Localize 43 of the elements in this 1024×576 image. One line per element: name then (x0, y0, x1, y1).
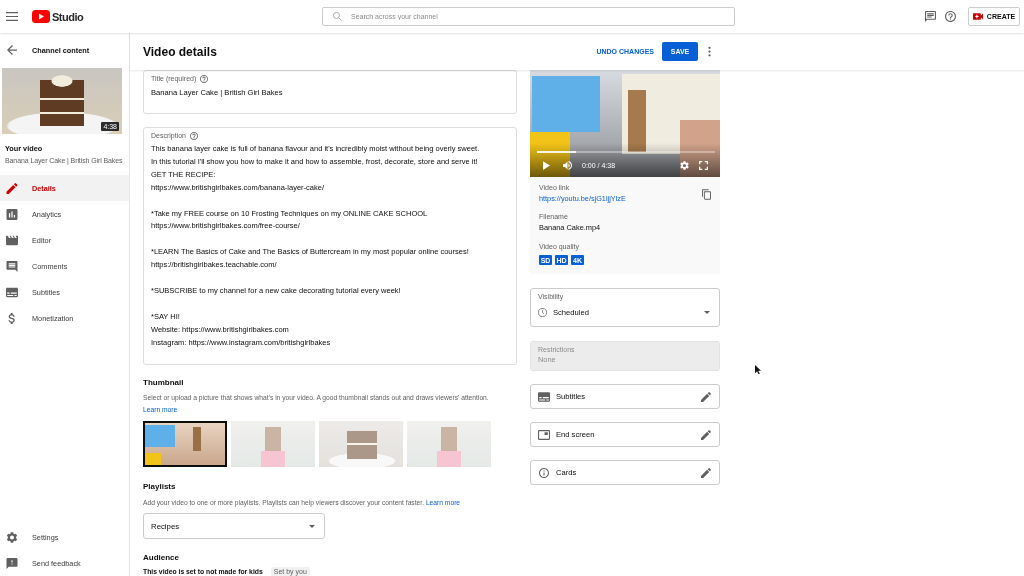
copy-icon[interactable] (702, 189, 711, 200)
page-title: Video details (143, 44, 217, 59)
section-heading: Playlists (143, 481, 177, 493)
pencil-icon (701, 467, 711, 478)
help-icon[interactable] (190, 132, 198, 140)
play-icon[interactable] (543, 161, 550, 170)
fullscreen-icon[interactable] (699, 161, 708, 170)
clapperboard-icon (6, 234, 18, 246)
video-camera-icon (972, 13, 983, 20)
subtitles-icon (538, 391, 550, 402)
comment-icon (6, 260, 18, 272)
thumbnail-option[interactable] (319, 421, 403, 467)
pencil-icon (701, 429, 711, 440)
section-heading: Audience (143, 552, 180, 564)
volume-icon[interactable] (563, 161, 572, 170)
settings-icon[interactable] (680, 161, 689, 170)
caret-icon (704, 310, 710, 314)
thumbnail-option[interactable] (407, 421, 491, 467)
info-icon (538, 467, 550, 478)
dollar-icon (6, 312, 18, 324)
end-screen-icon (538, 429, 550, 440)
pencil-icon (6, 182, 18, 194)
help-icon[interactable] (200, 75, 209, 83)
more-options-icon[interactable] (708, 46, 711, 57)
caret-icon (309, 524, 315, 528)
feedback-icon (6, 557, 18, 569)
thumbnail-option[interactable] (143, 421, 227, 467)
search-icon (333, 12, 342, 21)
mouse-pointer-icon (755, 365, 761, 375)
bar-chart-icon (6, 208, 18, 220)
menu-icon[interactable] (6, 12, 18, 21)
settings-icon (6, 531, 18, 543)
subtitles-icon (6, 286, 18, 298)
play-logo-icon (32, 10, 50, 23)
clock-icon (538, 307, 547, 317)
message-icon[interactable] (925, 11, 936, 22)
pencil-icon (701, 391, 711, 402)
section-heading: Thumbnail (143, 377, 185, 389)
description-field[interactable] (143, 127, 517, 365)
thumbnail-option[interactable] (231, 421, 315, 467)
studio-logo[interactable]: Studio (32, 10, 84, 23)
help-icon[interactable] (945, 11, 956, 22)
back-arrow-icon[interactable] (7, 45, 17, 55)
